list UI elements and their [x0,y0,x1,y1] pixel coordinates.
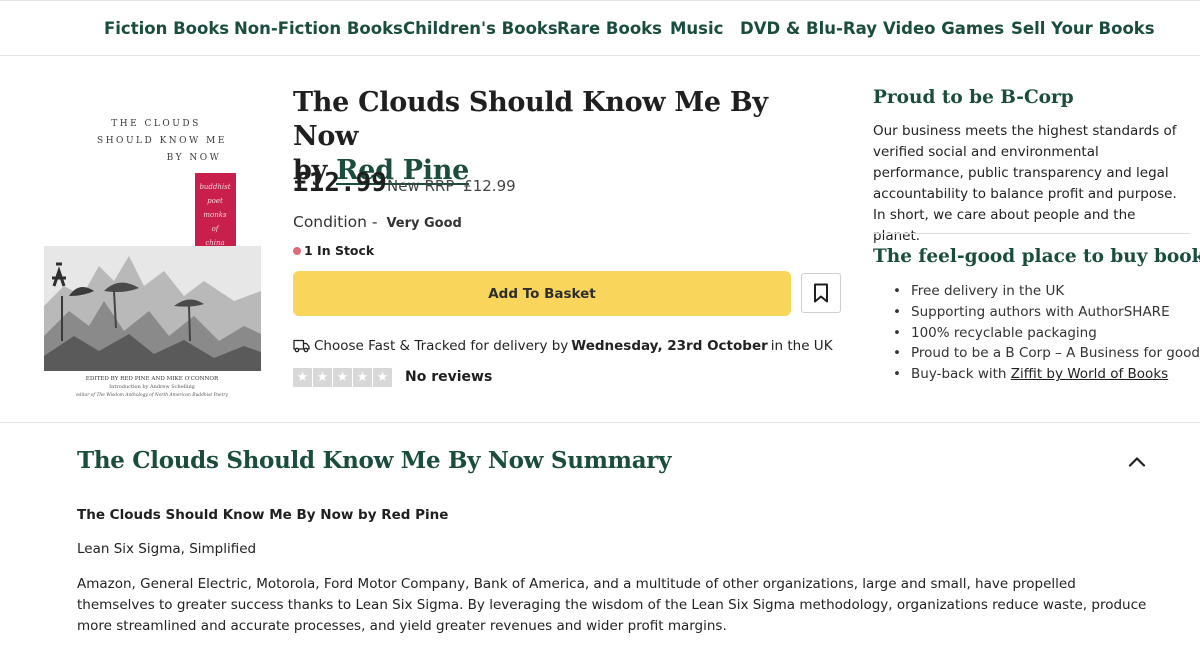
stock-text: 1 In Stock [304,243,375,258]
top-nav: Fiction Books Non-Fiction Books Children… [0,0,1200,56]
cover-credit-3: editor of The Wisdom Anthology of North … [76,393,228,398]
rrp-info: New RRP £12.99 [387,177,516,195]
delivery-info: Choose Fast & Tracked for delivery by We… [293,338,833,354]
cover-tag-1: buddhist [199,183,230,191]
feel-good-item-buyback: Buy-back with Ziffit by World of Books [893,364,1193,385]
nav-dvd-blu-ray[interactable]: DVD & Blu-Ray [740,19,877,38]
delivery-date: Wednesday, 23rd October [571,338,768,354]
cover-tag-5: china [205,239,224,247]
cover-tag-3: monks [203,211,227,219]
star-icon: ★ [293,368,312,387]
summary-heading[interactable]: The Clouds Should Know Me By Now Summary [77,447,671,474]
cover-landscape [44,246,261,371]
feel-good-item: 100% recyclable packaging [893,323,1193,344]
rating-stars: ★ ★ ★ ★ ★ [293,368,393,387]
nav-fiction-books[interactable]: Fiction Books [104,19,229,38]
nav-video-games[interactable]: Video Games [883,19,1004,38]
condition-label: Condition - [293,213,378,231]
nav-music[interactable]: Music [670,19,723,38]
star-icon: ★ [333,368,352,387]
reviews-count[interactable]: No reviews [405,369,492,385]
stock-dot-icon [293,246,301,255]
product-price: £12.99 [293,168,387,198]
wishlist-button[interactable] [801,273,841,313]
delivery-prefix: Choose Fast & Tracked for delivery by [314,338,569,354]
condition-info: Condition - Very Good [293,213,462,231]
feel-good-item: Free delivery in the UK [893,281,1193,302]
bcorp-description: Our business meets the highest standards… [873,123,1177,244]
nav-childrens-books[interactable]: Children's Books [403,19,558,38]
rrp-value: £12.99 [463,177,516,195]
summary-subheading: Lean Six Sigma, Simplified [77,541,257,557]
nav-rare-books[interactable]: Rare Books [557,19,662,38]
sidebar-divider [873,233,1190,234]
book-cover-image[interactable]: THE CLOUDS SHOULD KNOW ME BY NOW buddhis… [44,96,261,402]
condition-value: Very Good [386,216,462,231]
cover-art: THE CLOUDS SHOULD KNOW ME BY NOW buddhis… [44,96,261,402]
cover-title-line-2: SHOULD KNOW ME [97,136,227,146]
nav-sell-your-books[interactable]: Sell Your Books [1011,19,1155,38]
star-icon: ★ [353,368,372,387]
star-icon: ★ [373,368,392,387]
ziffit-link[interactable]: Ziffit by World of Books [1011,366,1168,382]
add-to-basket-button[interactable]: Add To Basket [293,271,791,316]
rrp-label: New RRP [387,177,455,195]
cover-credit-1: EDITED BY RED PINE AND MIKE O'CONNOR [86,376,219,382]
cover-tag-2: poet [207,197,223,205]
stock-status: 1 In Stock [293,243,374,258]
feel-good-heading: The feel-good place to buy books [873,246,1200,267]
buyback-prefix: Buy-back with [911,366,1007,383]
nav-non-fiction-books[interactable]: Non-Fiction Books [234,19,403,38]
feel-good-item: Supporting authors with AuthorSHARE [893,302,1193,323]
cover-title-line-1: THE CLOUDS [111,119,201,129]
bcorp-heading: Proud to be B-Corp [873,87,1074,108]
delivery-suffix: in the UK [770,338,833,354]
chevron-up-icon[interactable] [1127,452,1147,472]
summary-book-line: The Clouds Should Know Me By Now by Red … [77,507,449,523]
feel-good-list: Free delivery in the UK Supporting autho… [893,281,1200,385]
cover-title-line-3: BY NOW [167,153,222,163]
star-icon: ★ [313,368,332,387]
cover-credit-2: Introduction by Andrew Schelling [109,384,196,390]
summary-paragraph: Amazon, General Electric, Motorola, Ford… [77,576,1147,634]
bookmark-icon [814,283,828,303]
product-title-text: The Clouds Should Know Me By Now [293,87,768,152]
section-divider [0,422,1200,423]
feel-good-item: Proud to be a B Corp – A Business for go… [893,343,1200,364]
truck-icon [293,339,310,353]
